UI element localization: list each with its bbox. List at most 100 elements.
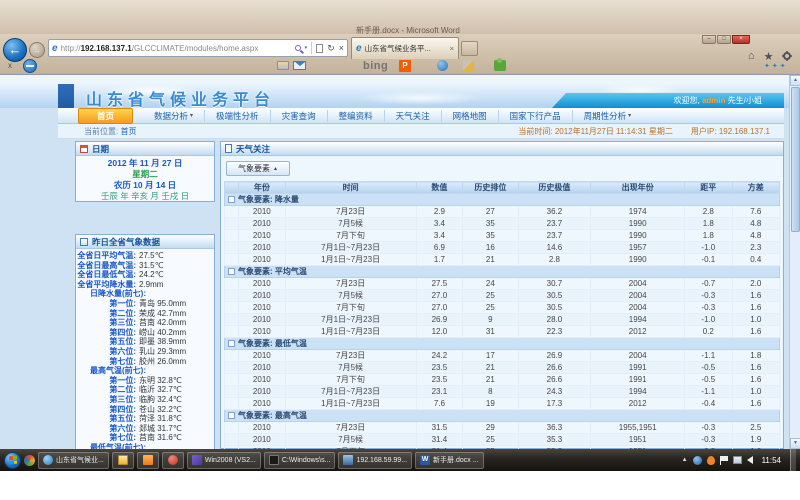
action-center-flag-icon[interactable] bbox=[720, 456, 728, 465]
nav-item-6[interactable]: 网格地图 bbox=[441, 110, 498, 122]
scroll-down-icon[interactable]: ▼ bbox=[790, 438, 800, 449]
addon-green-icon[interactable] bbox=[494, 60, 506, 71]
launcher-icon[interactable] bbox=[24, 455, 35, 466]
cell: 26.6 bbox=[518, 374, 591, 386]
nav-item-1[interactable]: 数据分析▾ bbox=[143, 110, 204, 122]
maximize-button[interactable]: □ bbox=[717, 35, 731, 44]
stat-value: 31.5℃ bbox=[136, 261, 164, 271]
mail-addon-icon[interactable] bbox=[293, 61, 306, 70]
browser-tab[interactable]: e 山东省气候业务平... × bbox=[351, 37, 459, 59]
refresh-icon[interactable]: ↻ bbox=[327, 43, 335, 54]
toolbar-more-icon[interactable]: ✦✦✦ bbox=[764, 62, 788, 70]
cell: 2012 bbox=[591, 326, 685, 338]
stat-label: 第六位: bbox=[76, 347, 136, 357]
cell: 4.8 bbox=[732, 230, 779, 242]
taskbar-item-0[interactable]: 山东省气候业... bbox=[38, 452, 109, 469]
cell-spacer bbox=[225, 242, 239, 254]
scrollbar-thumb[interactable] bbox=[791, 87, 800, 232]
cell: 2.8 bbox=[518, 254, 591, 266]
nav-item-3[interactable]: 灾害查询 bbox=[270, 110, 327, 122]
toolbar-close-icon[interactable]: x bbox=[8, 61, 12, 70]
tray-blue-icon[interactable] bbox=[693, 456, 702, 465]
cell: 12.0 bbox=[416, 326, 462, 338]
nav-item-7[interactable]: 国家下行产品 bbox=[498, 110, 572, 122]
nav-item-2[interactable]: 极端性分析 bbox=[204, 110, 270, 122]
tray-expand-icon[interactable]: ▲ bbox=[682, 457, 688, 463]
compatibility-icon[interactable] bbox=[316, 44, 323, 53]
table-row: 20107月1日~7月23日26.9928.01994-1.01.0 bbox=[225, 314, 780, 326]
start-button[interactable] bbox=[4, 452, 21, 469]
cell: 2010 bbox=[239, 218, 285, 230]
section-row: 气象要素: 最低气温 bbox=[225, 338, 780, 350]
element-filter-button[interactable]: 气象要素 ▲ bbox=[226, 161, 290, 176]
section-checkbox[interactable] bbox=[228, 268, 235, 275]
user-ip: 用户IP: 192.168.137.1 bbox=[691, 126, 770, 137]
search-caret-icon[interactable]: ▾ bbox=[305, 45, 308, 51]
scroll-up-icon[interactable]: ▲ bbox=[790, 75, 800, 86]
table-row: 20101月1日~7月23日7.61917.32012-0.41.6 bbox=[225, 398, 780, 410]
tray-flame-icon[interactable] bbox=[707, 456, 715, 465]
bing-badge-icon[interactable]: P bbox=[399, 60, 411, 72]
section-checkbox[interactable] bbox=[228, 412, 235, 419]
taskbar-item-4[interactable]: Win2008 (VS2... bbox=[187, 452, 261, 469]
forward-button[interactable]: → bbox=[29, 42, 45, 58]
scrollbar[interactable]: ▲ ▼ bbox=[789, 75, 800, 449]
url-text[interactable]: http://192.168.137.1/GLCCLIMATE/modules/… bbox=[61, 44, 295, 53]
show-desktop-button[interactable] bbox=[790, 449, 796, 471]
background-window-titlebar: 新手册.docx - Microsoft Word bbox=[0, 0, 800, 34]
tray-clock[interactable]: 11:54 bbox=[758, 456, 785, 465]
taskbar-item-5[interactable]: C:\Windows\s... bbox=[264, 452, 336, 469]
taskbar-item-2[interactable] bbox=[137, 452, 159, 469]
cell-spacer bbox=[225, 206, 239, 218]
search-icon[interactable] bbox=[295, 45, 301, 51]
cell: 7月5候 bbox=[285, 434, 416, 446]
section-checkbox[interactable] bbox=[228, 196, 235, 203]
bing-logo: bing bbox=[363, 60, 388, 72]
cell: 7月下旬 bbox=[285, 374, 416, 386]
nav-item-8[interactable]: 周期性分析▾ bbox=[572, 110, 643, 122]
section-checkbox[interactable] bbox=[228, 340, 235, 347]
back-button[interactable]: ← bbox=[3, 38, 27, 62]
stop-icon[interactable]: × bbox=[339, 43, 344, 53]
addon-gold-icon[interactable] bbox=[463, 60, 474, 71]
calendar-line: 2012 年 11 月 27 日 bbox=[76, 158, 214, 169]
nav-item-5[interactable]: 天气关注 bbox=[384, 110, 441, 122]
stat-value: 莒南 31.6℃ bbox=[136, 433, 182, 443]
new-tab-button[interactable] bbox=[461, 41, 478, 56]
stat-label: 第一位: bbox=[76, 299, 136, 309]
calendar-line: 壬辰 年 辛亥 月 壬戌 日 bbox=[76, 191, 214, 202]
taskbar-item-6[interactable]: 192.168.59.99... bbox=[338, 452, 412, 469]
header-cell: 历史排位 bbox=[463, 182, 519, 194]
network-icon[interactable] bbox=[733, 456, 742, 464]
nav-item-4[interactable]: 整编资料 bbox=[327, 110, 384, 122]
calendar-body: 2012 年 11 月 27 日星期二农历 10 月 14 日壬辰 年 辛亥 月… bbox=[76, 156, 214, 201]
cell-spacer bbox=[225, 326, 239, 338]
stat-line: 全省日最低气温:24.2℃ bbox=[76, 270, 214, 280]
cell: -0.5 bbox=[685, 374, 732, 386]
speaker-icon[interactable] bbox=[747, 456, 753, 464]
blocked-addon-icon[interactable] bbox=[23, 59, 37, 73]
taskbar-item-1[interactable] bbox=[112, 452, 134, 469]
taskbar-item-7[interactable]: W新手册.docx ... bbox=[415, 452, 484, 469]
close-button[interactable]: × bbox=[732, 35, 750, 44]
addon-blue-icon[interactable] bbox=[437, 60, 448, 71]
weather-panel-title: 昨日全省气象数据 bbox=[92, 236, 160, 248]
cell: 3.4 bbox=[416, 230, 462, 242]
card-addon-icon[interactable] bbox=[277, 61, 289, 70]
nav-item-0[interactable]: 首页 bbox=[78, 108, 133, 124]
stat-value: 2.9mm bbox=[136, 280, 163, 290]
home-icon[interactable]: ⌂ bbox=[748, 50, 755, 63]
taskbar-item-3[interactable] bbox=[162, 452, 184, 469]
stat-label: 第四位: bbox=[76, 328, 136, 338]
tab-title[interactable]: 山东省气候业务平... bbox=[365, 43, 450, 54]
cell: 2010 bbox=[239, 242, 285, 254]
address-bar[interactable]: e http://192.168.137.1/GLCCLIMATE/module… bbox=[48, 39, 348, 57]
settings-gear-icon[interactable] bbox=[783, 52, 791, 60]
minimize-button[interactable]: – bbox=[702, 35, 716, 44]
tab-close-icon[interactable]: × bbox=[450, 44, 454, 53]
table-row: 20107月23日31.52936.31955,1951-0.32.5 bbox=[225, 422, 780, 434]
welcome-ribbon: 欢迎您, admin 先生/小姐 bbox=[552, 93, 784, 108]
cell: 30.5 bbox=[518, 290, 591, 302]
cell: 2010 bbox=[239, 230, 285, 242]
cell: 23.5 bbox=[416, 362, 462, 374]
